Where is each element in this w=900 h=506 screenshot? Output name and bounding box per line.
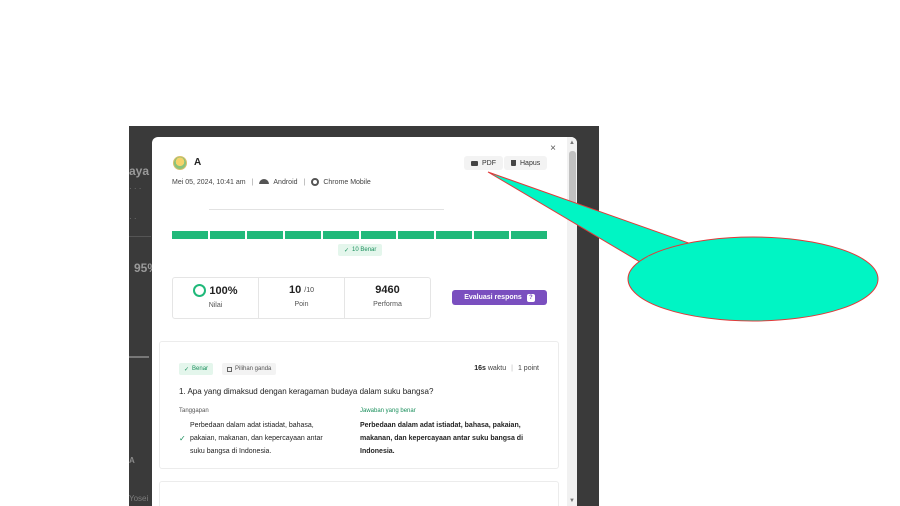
score-summary: 100% Nilai 10/10 Poin 9460 Performa [172,277,431,319]
performa-value: 9460 [375,284,400,296]
close-button[interactable]: × [547,143,559,155]
delete-button-label: Hapus [520,159,541,167]
correct-answer-line: makanan, dan kepercayaan antar suku bang… [360,435,524,442]
response-heading: Tanggapan [179,408,209,414]
status-badge-label: Benar [192,366,209,372]
question-card: ✓ Benar Pilihan ganda 16s waktu | 1 poin… [159,341,559,469]
evaluate-response-label: Evaluasi respons [464,294,522,301]
check-icon: ✓ [179,434,186,443]
session-datetime: Mei 05, 2024, 10:41 am [172,178,246,186]
question-type-badge: Pilihan ganda [222,363,277,375]
progress-segment [209,231,246,239]
correct-answer-text: Perbedaan dalam adat istiadat, bahasa, p… [360,419,523,458]
next-question-card [159,481,559,506]
pdf-button[interactable]: PDF [464,156,503,170]
android-icon [259,179,270,185]
response-line: suku bangsa di Indonesia. [190,448,272,455]
device-info: Android [259,178,298,186]
status-badge: ✓ Benar [179,363,214,375]
background-text: · · · [129,184,142,193]
time-separator: | [511,365,513,372]
time-label: waktu [487,365,507,372]
meta-separator: | [251,178,254,186]
callout-pointer-seam [647,246,696,260]
correct-count-badge: ✓ 10 Benar [338,244,383,256]
question-type-label: Pilihan ganda [235,366,272,372]
background-letter: A [129,456,135,465]
response-line: Perbedaan dalam adat istiadat, bahasa, [190,422,314,429]
header-divider [209,209,444,210]
progress-segment [435,231,472,239]
progress-segment [172,231,208,239]
response-line: pakaian, makanan, dan kepercayaan antar [190,435,323,442]
printer-icon [471,160,478,166]
meta-separator: | [303,178,306,186]
poin-value: 10 [289,284,302,296]
nilai-value: 100% [209,284,238,297]
progress-segment [398,231,434,239]
delete-button[interactable]: Hapus [504,156,548,170]
browser-info: Chrome Mobile [311,178,371,186]
participant-name: A [194,157,202,168]
score-ring-icon [193,284,207,297]
performa-label: Performa [373,301,402,308]
poin-label: Poin [294,301,309,308]
modal-scrollbar[interactable]: ▲ ▼ [567,137,577,506]
answer-progress-bar [172,231,548,239]
progress-segment [322,231,359,239]
stat-poin: 10/10 Poin [259,278,345,318]
avatar [173,156,187,170]
scroll-thumb[interactable] [569,151,576,221]
time-value: 16s [474,365,486,372]
stat-nilai: 100% Nilai [173,278,259,318]
pdf-button-label: PDF [482,159,496,167]
nilai-label: Nilai [208,302,223,309]
check-icon: ✓ [184,366,190,373]
correct-answer-heading: Jawaban yang benar [360,408,416,414]
progress-segment [285,231,321,239]
correct-count-label: 10 Benar [352,247,377,253]
callout-bubble [627,236,879,322]
response-text: Perbedaan dalam adat istiadat, bahasa, p… [190,419,323,458]
question-time-points: 16s waktu | 1 point [474,365,539,372]
help-icon: ? [526,293,535,302]
correct-answer-line: Perbedaan dalam adat istiadat, bahasa, p… [360,422,521,429]
session-meta: Mei 05, 2024, 10:41 am | Android | Chrom… [172,178,371,186]
correct-answer-line: Indonesia. [360,448,395,455]
background-bottom-text: Yosei [129,494,149,503]
screenshot-stage: aya · · · · · 95% A Yosei × ▲ ▼ A Mei 05… [0,0,900,506]
chrome-icon [311,178,320,186]
scroll-down-icon[interactable]: ▼ [569,498,575,504]
progress-segment [247,231,284,239]
progress-segment [511,231,548,239]
background-divider [129,236,151,237]
checkbox-icon [227,366,232,372]
background-text: · · [129,214,137,223]
check-icon: ✓ [344,247,350,254]
scroll-up-icon[interactable]: ▲ [569,140,575,146]
stat-performa: 9460 Performa [345,278,430,318]
trash-icon [511,160,516,166]
progress-segment [360,231,397,239]
background-title: aya [129,164,150,178]
progress-segment [473,231,510,239]
response-detail-modal: × ▲ ▼ A Mei 05, 2024, 10:41 am | Android… [152,137,577,506]
browser-label: Chrome Mobile [323,178,371,186]
evaluate-response-button[interactable]: Evaluasi respons ? [452,290,547,305]
device-label: Android [273,178,298,186]
poin-total: /10 [304,286,314,294]
points-label: 1 point [517,365,539,372]
background-tab-underline [129,356,149,358]
question-text: 1. Apa yang dimaksud dengan keragaman bu… [179,387,434,396]
